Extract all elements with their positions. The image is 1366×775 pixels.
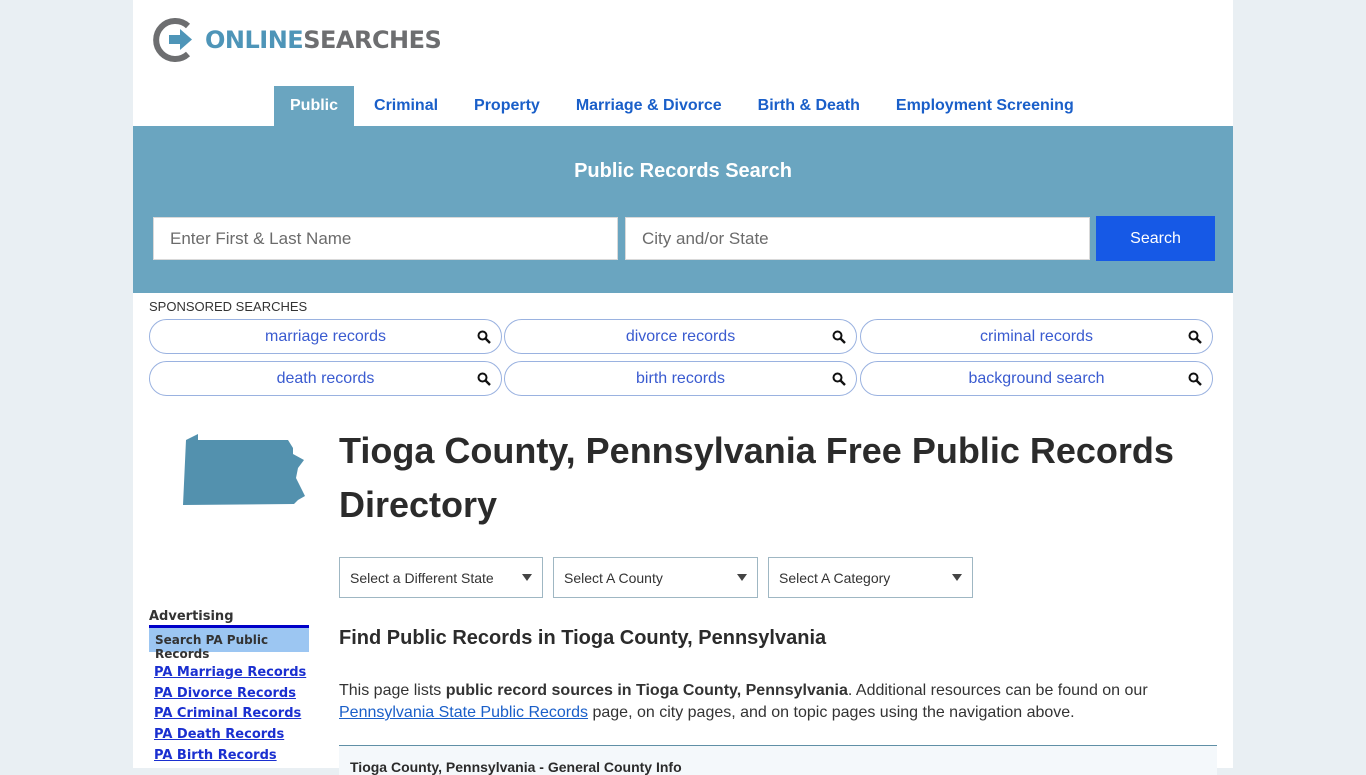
logo-text-searches: SEARCHES bbox=[303, 26, 442, 54]
sponsored-background-search[interactable]: background search bbox=[860, 361, 1213, 396]
sidebar-link-criminal[interactable]: PA Criminal Records bbox=[154, 705, 306, 726]
search-icon bbox=[477, 330, 491, 344]
sponsored-death-records[interactable]: death records bbox=[149, 361, 502, 396]
intro-paragraph: This page lists public record sources in… bbox=[339, 682, 1148, 721]
search-title: Public Records Search bbox=[574, 160, 792, 182]
chevron-down-icon bbox=[522, 574, 532, 581]
search-band: Public Records Search Search bbox=[133, 126, 1233, 293]
category-select[interactable]: Select A Category bbox=[768, 557, 973, 598]
logo-icon bbox=[153, 18, 192, 62]
page: ONLINESEARCHES Public Criminal Property … bbox=[133, 0, 1233, 775]
search-icon bbox=[1188, 330, 1202, 344]
logo-text-online: ONLINE bbox=[205, 26, 304, 54]
sidebar-link-death[interactable]: PA Death Records bbox=[154, 726, 306, 747]
nav-birth-death[interactable]: Birth & Death bbox=[742, 86, 876, 126]
info-box-title: Tioga County, Pennsylvania - General Cou… bbox=[350, 759, 682, 775]
ad-header: Search PA Public Records bbox=[149, 625, 309, 661]
state-select[interactable]: Select a Different State bbox=[339, 557, 543, 598]
pennsylvania-map-icon bbox=[183, 434, 305, 505]
search-icon bbox=[1188, 372, 1202, 386]
nav-public[interactable]: Public bbox=[274, 86, 355, 126]
main-nav: Public Criminal Property Marriage & Divo… bbox=[274, 86, 1094, 126]
chevron-down-icon bbox=[737, 574, 747, 581]
page-title: Tioga County, Pennsylvania Free Public R… bbox=[339, 430, 1174, 525]
search-icon bbox=[832, 372, 846, 386]
sidebar-links: PA Marriage Records PA Divorce Records P… bbox=[154, 664, 306, 767]
sidebar-link-birth[interactable]: PA Birth Records bbox=[154, 747, 306, 768]
chevron-down-icon bbox=[952, 574, 962, 581]
nav-property[interactable]: Property bbox=[458, 86, 556, 126]
advertising-label: Advertising bbox=[149, 609, 234, 624]
sponsored-divorce-records[interactable]: divorce records bbox=[504, 319, 857, 354]
name-input[interactable] bbox=[153, 217, 618, 260]
nav-employment-screening[interactable]: Employment Screening bbox=[880, 86, 1090, 126]
sponsored-birth-records[interactable]: birth records bbox=[504, 361, 857, 396]
search-icon bbox=[477, 372, 491, 386]
sidebar-link-divorce[interactable]: PA Divorce Records bbox=[154, 685, 306, 706]
sidebar-link-marriage[interactable]: PA Marriage Records bbox=[154, 664, 306, 685]
nav-criminal[interactable]: Criminal bbox=[358, 86, 454, 126]
sponsored-marriage-records[interactable]: marriage records bbox=[149, 319, 502, 354]
sponsored-criminal-records[interactable]: criminal records bbox=[860, 319, 1213, 354]
nav-marriage-divorce[interactable]: Marriage & Divorce bbox=[560, 86, 738, 126]
search-button[interactable]: Search bbox=[1096, 216, 1215, 261]
location-input[interactable] bbox=[625, 217, 1090, 260]
search-icon bbox=[832, 330, 846, 344]
sponsored-label: SPONSORED SEARCHES bbox=[149, 299, 308, 314]
section-title: Find Public Records in Tioga County, Pen… bbox=[339, 627, 827, 649]
state-records-link[interactable]: Pennsylvania State Public Records bbox=[339, 704, 588, 721]
general-county-info-box: Tioga County, Pennsylvania - General Cou… bbox=[339, 745, 1217, 775]
logo[interactable]: ONLINESEARCHES bbox=[153, 18, 442, 62]
county-select[interactable]: Select A County bbox=[553, 557, 758, 598]
